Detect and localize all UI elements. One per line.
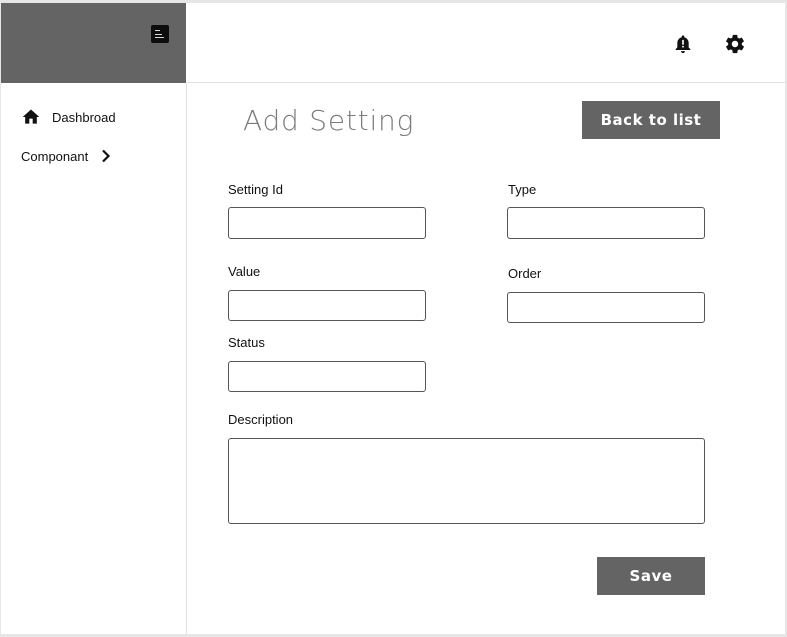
top-header xyxy=(187,3,785,83)
order-input[interactable] xyxy=(507,292,705,323)
value-label: Value xyxy=(228,264,261,279)
description-textarea[interactable] xyxy=(228,438,705,524)
bell-alert-icon[interactable] xyxy=(672,33,694,55)
type-input[interactable] xyxy=(507,207,705,239)
sidebar-item-label: Dashbroad xyxy=(52,109,116,125)
status-label: Status xyxy=(228,335,265,350)
home-icon xyxy=(21,107,41,127)
sidebar-item-dashboard[interactable]: Dashbroad xyxy=(21,107,116,127)
page-title: Add Setting xyxy=(243,104,415,137)
setting-id-input[interactable] xyxy=(228,207,426,239)
status-input[interactable] xyxy=(228,361,426,392)
save-button[interactable]: Save xyxy=(597,557,705,595)
sidebar-item-label: Componant xyxy=(21,148,89,164)
order-label: Order xyxy=(508,266,542,281)
sidebar xyxy=(1,83,187,634)
description-label: Description xyxy=(228,412,294,427)
gear-icon[interactable] xyxy=(724,33,746,55)
value-input[interactable] xyxy=(228,290,426,321)
sidebar-item-component[interactable]: Componant xyxy=(21,148,114,164)
back-to-list-button[interactable]: Back to list xyxy=(582,101,720,139)
chevron-right-icon xyxy=(98,148,114,164)
type-label: Type xyxy=(508,182,537,197)
setting-id-label: Setting Id xyxy=(228,182,283,197)
brand-bar xyxy=(1,3,186,83)
app-logo-icon[interactable] xyxy=(151,25,169,43)
